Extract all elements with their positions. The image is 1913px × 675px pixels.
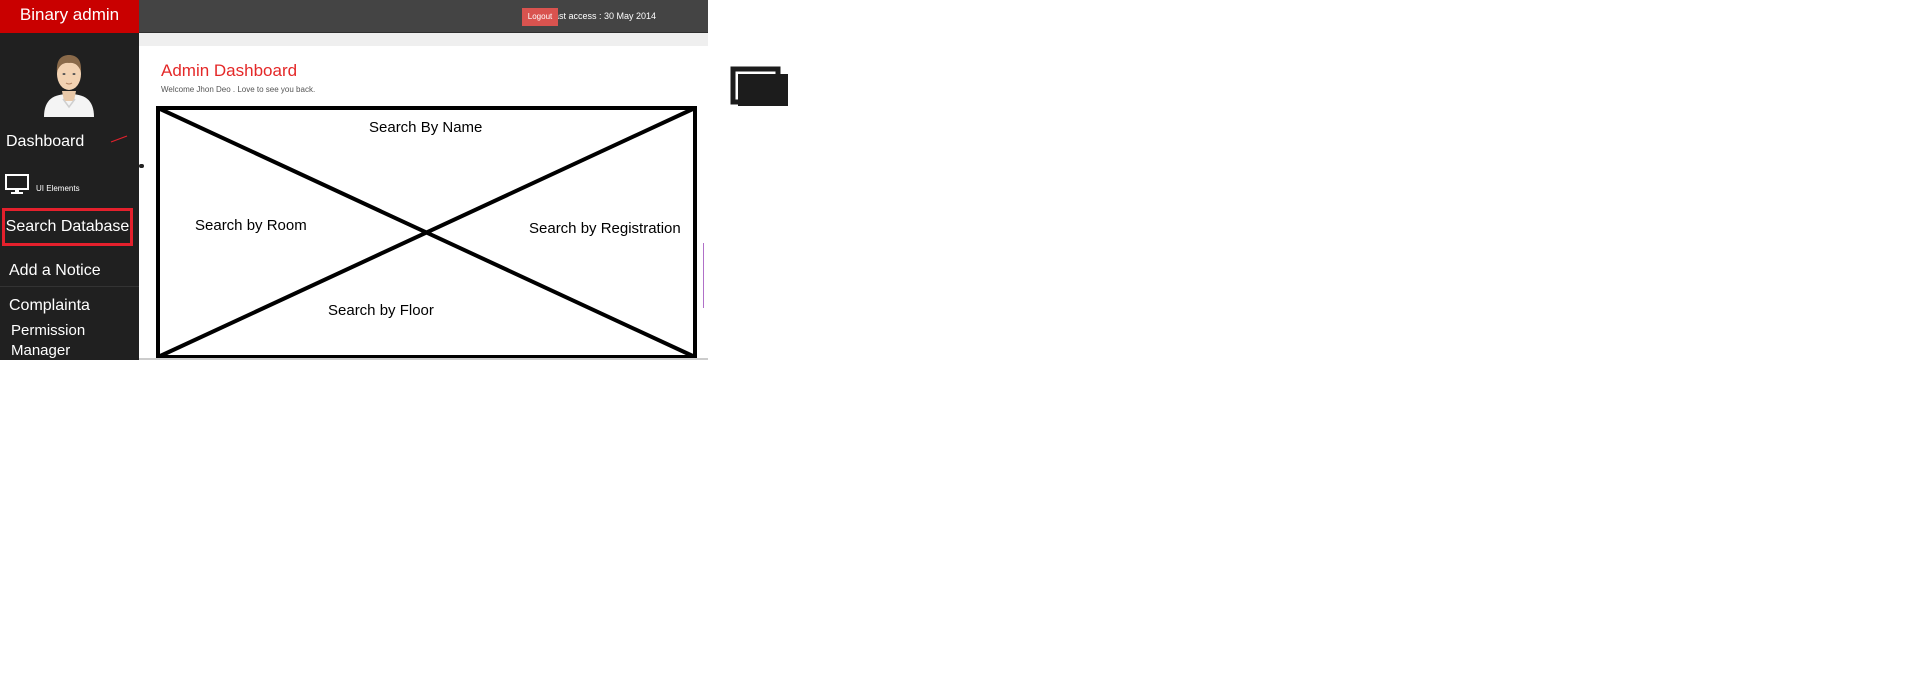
search-wireframe: Search By Name Search by Room Search by …: [155, 106, 698, 360]
sidebar-item-dashboard[interactable]: Dashboard: [6, 133, 84, 151]
last-access-text: Last access : 30 May 2014: [548, 11, 656, 21]
sidebar: Dashboard UI Elements Search Database Ad…: [0, 33, 139, 360]
brand-logo[interactable]: Binary admin: [0, 0, 139, 33]
window-stack-icon[interactable]: [730, 66, 792, 110]
sidebar-item-label: UI Elements: [36, 184, 80, 193]
sidebar-item-permission-manager[interactable]: Permission Manager: [11, 321, 121, 360]
page-title: Admin Dashboard: [161, 61, 298, 80]
sidebar-item-add-notice[interactable]: Add a Notice: [9, 262, 101, 280]
top-bar: Last access : 30 May 2014: [139, 0, 708, 33]
logout-button[interactable]: Logout: [522, 8, 558, 26]
search-by-floor[interactable]: Search by Floor: [328, 302, 434, 319]
app-window: Binary admin Last access : 30 May 2014 L…: [0, 0, 708, 360]
search-by-room[interactable]: Search by Room: [195, 217, 307, 234]
page-subtitle: Welcome Jhon Deo . Love to see you back.: [161, 85, 316, 94]
search-by-registration[interactable]: Search by Registration: [529, 220, 681, 237]
red-mark-icon: [110, 135, 128, 143]
content-bottom-border: [139, 358, 708, 360]
sidebar-item-complaints[interactable]: Complainta: [9, 297, 90, 315]
sidebar-divider: [0, 286, 139, 287]
sidebar-item-search-database[interactable]: Search Database: [2, 208, 133, 246]
monitor-icon: [5, 174, 29, 194]
content-header-strip: [139, 33, 708, 46]
user-avatar-icon: [44, 55, 94, 117]
sidebar-handle[interactable]: [139, 164, 144, 168]
search-by-name[interactable]: Search By Name: [369, 119, 482, 136]
scroll-indicator: [703, 243, 704, 308]
